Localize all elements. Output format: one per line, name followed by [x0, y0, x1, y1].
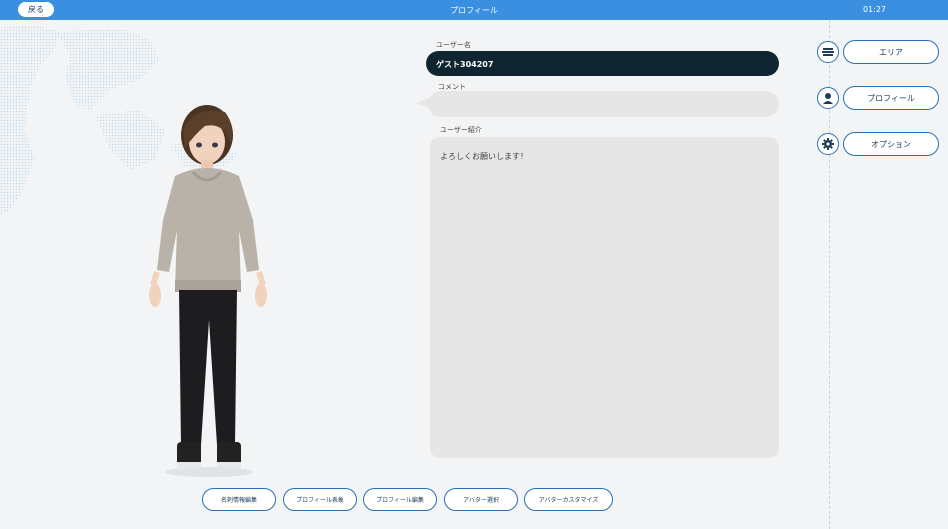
side-item-options[interactable]: オプション	[817, 132, 939, 156]
bottom-button-bar: 名刺情報編集 プロフィール表象 プロフィール編集 アバター選択 アバターカスタマ…	[0, 488, 948, 512]
area-button[interactable]: エリア	[843, 40, 939, 64]
comment-field[interactable]	[428, 91, 779, 117]
area-icon	[817, 41, 839, 63]
options-button[interactable]: オプション	[843, 132, 939, 156]
profile-edit-button[interactable]: プロフィール編集	[363, 488, 437, 511]
top-bar: 戻る プロフィール 01:27	[0, 0, 948, 20]
bio-field[interactable]: よろしくお願いします！	[430, 137, 779, 458]
page-title: プロフィール	[450, 6, 498, 15]
profile-icon	[817, 87, 839, 109]
clock: 01:27	[862, 5, 886, 14]
card-info-edit-button[interactable]: 名刺情報編集	[202, 488, 276, 511]
username-label: ユーザー名	[436, 41, 471, 49]
avatar-character	[149, 105, 267, 477]
profile-display-button[interactable]: プロフィール表象	[283, 488, 357, 511]
side-item-profile[interactable]: プロフィール	[817, 86, 939, 110]
bio-label: ユーザー紹介	[440, 126, 482, 134]
avatar-customize-button[interactable]: アバターカスタマイズ	[524, 488, 613, 511]
side-item-area[interactable]: エリア	[817, 40, 939, 64]
avatar-select-button[interactable]: アバター選択	[444, 488, 518, 511]
profile-button[interactable]: プロフィール	[843, 86, 939, 110]
gear-icon	[817, 133, 839, 155]
username-field[interactable]: ゲスト304207	[426, 51, 779, 76]
